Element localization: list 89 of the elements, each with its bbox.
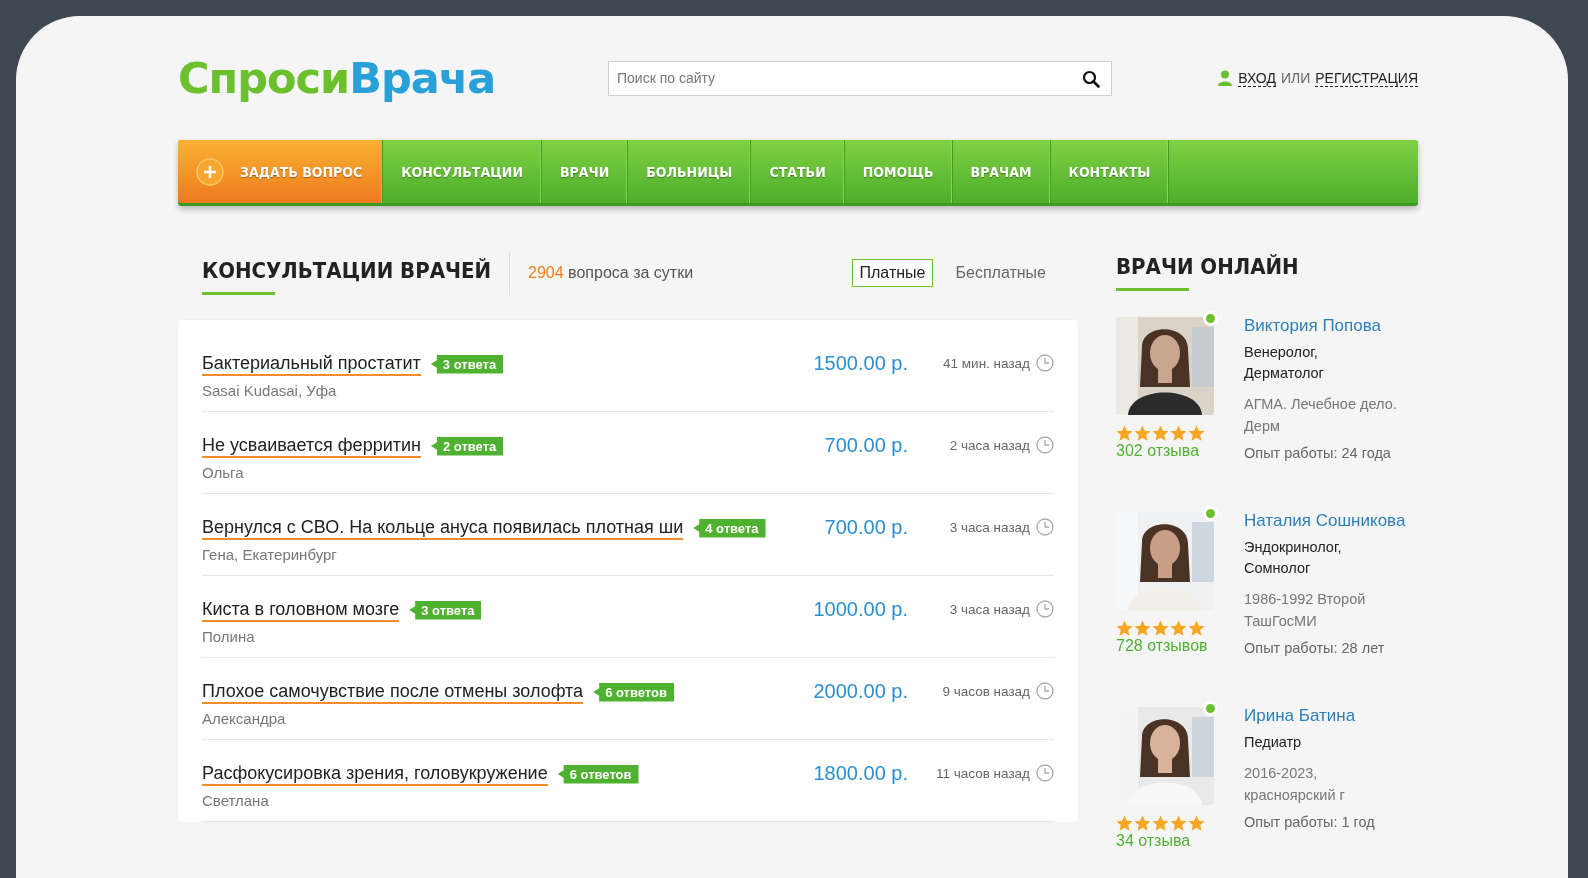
search-icon bbox=[1082, 69, 1100, 88]
doctor-specialty: Дерматолог bbox=[1244, 364, 1325, 383]
doctor-experience: Опыт работы: 28 лет bbox=[1244, 640, 1386, 656]
clock-icon bbox=[1036, 518, 1054, 536]
star-icon bbox=[1170, 620, 1187, 637]
section-title: КОНСУЛЬТАЦИИ ВРАЧЕЙ bbox=[202, 251, 511, 295]
question-time: 41 мин. назад bbox=[943, 355, 1030, 371]
star-icon bbox=[1116, 425, 1133, 442]
question-link[interactable]: Бактериальный простатит bbox=[202, 352, 421, 376]
nav-item[interactable]: КОНТАКТЫ bbox=[1050, 140, 1170, 203]
answer-count: 3 ответа bbox=[430, 354, 504, 374]
clock-icon bbox=[1036, 682, 1054, 700]
nav-item[interactable]: СТАТЬИ bbox=[751, 140, 845, 203]
nav-item[interactable]: ВРАЧИ bbox=[541, 140, 629, 203]
doctor-specialty: Педиатр bbox=[1244, 733, 1303, 752]
star-icon bbox=[1170, 425, 1187, 442]
answer-count: 6 ответов bbox=[593, 682, 674, 702]
doctor-education: АГМА. Лечебное дело. Дерм bbox=[1244, 395, 1398, 436]
nav-item[interactable]: КОНСУЛЬТАЦИИ bbox=[383, 140, 542, 203]
doctor-specialty: Сомнолог bbox=[1244, 559, 1312, 578]
doctor-specialty: Венеролог, bbox=[1244, 343, 1319, 362]
star-icon bbox=[1134, 815, 1151, 832]
doctor-education: 1986-1992 Второй ТашГосМИ bbox=[1244, 590, 1367, 631]
star-icon bbox=[1134, 620, 1151, 637]
star-icon bbox=[1152, 425, 1169, 442]
search-field[interactable]: Поиск по сайту bbox=[608, 60, 1112, 96]
doctor-specialty: Эндокринолог, bbox=[1244, 538, 1343, 557]
question-author: Светлана bbox=[202, 792, 270, 809]
separator-text: ИЛИ bbox=[1280, 70, 1311, 86]
answer-count: 4 ответа bbox=[693, 518, 766, 538]
star-icon bbox=[1170, 815, 1187, 832]
doctor-experience: Опыт работы: 1 год bbox=[1244, 814, 1376, 830]
filter-tab[interactable]: Платные bbox=[851, 259, 934, 287]
question-link[interactable]: Расфокусировка зрения, головукружение bbox=[202, 762, 548, 786]
question-price: 700.00 р. bbox=[823, 434, 908, 457]
star-icon bbox=[1188, 425, 1205, 442]
site-logo[interactable]: СпросиВрача bbox=[178, 53, 608, 103]
reviews-link[interactable]: 34 отзыва bbox=[1116, 832, 1191, 849]
answer-count: 2 ответа bbox=[430, 436, 504, 456]
reviews-link[interactable]: 302 отзыва bbox=[1116, 442, 1200, 459]
plus-icon bbox=[196, 157, 224, 186]
doctor-experience: Опыт работы: 24 года bbox=[1244, 445, 1392, 461]
question-link[interactable]: Киста в головном мозге bbox=[202, 598, 400, 622]
question-price: 2000.00 р. bbox=[812, 680, 908, 703]
clock-icon bbox=[1036, 354, 1054, 372]
star-icon bbox=[1188, 620, 1205, 637]
register-link[interactable]: РЕГИСТРАЦИЯ bbox=[1315, 69, 1418, 87]
question-link[interactable]: Плохое самочувствие после отмены золофта bbox=[202, 680, 584, 704]
answer-count: 6 ответов bbox=[557, 764, 639, 784]
login-link[interactable]: ВХОД bbox=[1238, 69, 1276, 87]
question-price: 1800.00 р. bbox=[812, 762, 908, 785]
question-price: 700.00 р. bbox=[823, 516, 908, 539]
star-icon bbox=[1152, 620, 1169, 637]
clock-icon bbox=[1036, 436, 1054, 454]
filter-tab[interactable]: Бесплатные bbox=[947, 259, 1054, 287]
question-author: Александра bbox=[202, 710, 287, 727]
question-time: 2 часа назад bbox=[949, 437, 1030, 453]
star-icon bbox=[1134, 425, 1151, 442]
star-icon bbox=[1152, 815, 1169, 832]
question-time: 3 часа назад bbox=[949, 519, 1030, 535]
question-price: 1500.00 р. bbox=[812, 352, 908, 375]
user-icon bbox=[1217, 70, 1234, 86]
clock-icon bbox=[1036, 764, 1054, 782]
question-time: 11 часов назад bbox=[935, 765, 1030, 781]
doctor-education: 2016-2023, красноярский г bbox=[1244, 764, 1346, 805]
doctor-name-link[interactable]: Наталия Сошникова bbox=[1244, 511, 1406, 531]
question-count: 2904 вопроса за сутки bbox=[528, 264, 694, 282]
star-icon bbox=[1116, 620, 1133, 637]
question-time: 9 часов назад bbox=[942, 683, 1030, 699]
question-link[interactable]: Не усваивается ферритин bbox=[202, 434, 421, 458]
question-author: Sasai Kudasai, Уфа bbox=[202, 382, 338, 399]
question-author: Ольга bbox=[202, 464, 245, 481]
doctor-name-link[interactable]: Виктория Попова bbox=[1244, 316, 1382, 336]
doctor-name-link[interactable]: Ирина Батина bbox=[1244, 706, 1356, 726]
star-icon bbox=[1116, 815, 1133, 832]
section-title: ВРАЧИ ОНЛАЙН bbox=[1116, 248, 1299, 291]
clock-icon bbox=[1036, 600, 1054, 618]
ask-question-button[interactable]: ЗАДАТЬ ВОПРОС bbox=[178, 140, 384, 203]
question-link[interactable]: Вернулся с СВО. На кольце ануса появилась плотная ши bbox=[202, 516, 684, 540]
nav-item[interactable]: ВРАЧАМ bbox=[952, 140, 1051, 203]
answer-count: 3 ответа bbox=[409, 600, 482, 620]
question-time: 3 часа назад bbox=[949, 601, 1030, 617]
question-price: 1000.00 р. bbox=[812, 598, 908, 621]
star-icon bbox=[1188, 815, 1205, 832]
nav-item[interactable]: ПОМОЩЬ bbox=[844, 140, 953, 203]
reviews-link[interactable]: 728 отзывов bbox=[1116, 637, 1208, 654]
nav-item[interactable]: БОЛЬНИЦЫ bbox=[628, 140, 752, 203]
question-author: Полина bbox=[202, 628, 256, 645]
question-author: Гена, Екатеринбург bbox=[202, 546, 338, 563]
